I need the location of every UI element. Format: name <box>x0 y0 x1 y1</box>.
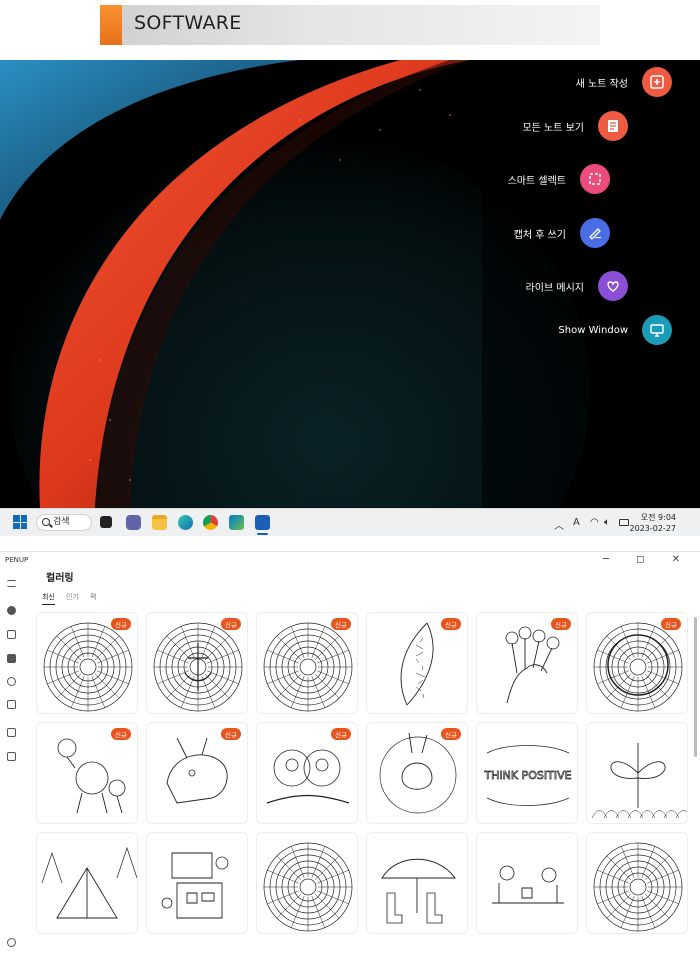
teams-chat-icon[interactable] <box>126 515 141 530</box>
new-badge: 신규 <box>441 618 461 630</box>
scrollbar[interactable] <box>694 617 697 757</box>
coloring-artwork <box>381 858 456 924</box>
coloring-card-tent-forest[interactable] <box>36 832 138 934</box>
coloring-card-rabbit-wreath[interactable]: 신규 <box>366 722 468 824</box>
coloring-artwork: THINK POSITIVE <box>483 745 572 806</box>
live-drawing-icon[interactable] <box>7 677 16 686</box>
new-badge: 신규 <box>221 618 241 630</box>
smart-select-label: 스마트 셀렉트 <box>507 175 566 187</box>
my-page-icon[interactable] <box>7 728 16 737</box>
coloring-card-butterfly-pattern[interactable] <box>586 722 688 824</box>
coloring-card-triceratops[interactable]: 신규 <box>146 722 248 824</box>
window-controls[interactable]: ─ ◻ ✕ <box>603 554 692 565</box>
show-window-icon <box>642 315 672 345</box>
chrome-browser-icon[interactable] <box>203 515 218 530</box>
coloring-card-letters-mandala[interactable]: 신규 <box>36 612 138 714</box>
coloring-card-feather-leaf[interactable]: 신규 <box>366 612 468 714</box>
coloring-card-ring-frame[interactable]: 신규 <box>586 612 688 714</box>
profile-icon[interactable] <box>7 606 16 615</box>
coloring-artwork <box>41 846 137 919</box>
windows-start-icon[interactable] <box>13 515 27 529</box>
penup-window: PENUP ─ ◻ ✕ 컬러링 최신 인기 팩 신규 신규 신규 신규 신규 신규 신규 신규… <box>0 551 700 959</box>
new-badge: 신규 <box>661 618 681 630</box>
air-command-screen-write[interactable]: 캡처 후 쓰기 <box>514 218 610 248</box>
new-badge: 신규 <box>221 728 241 740</box>
desktop-wallpaper: 새 노트 작성 모든 노트 보기 스마트 셀렉트 캡처 후 쓰기 라이브 메시지 <box>0 60 700 508</box>
smart-select-icon <box>580 164 610 194</box>
taskbar-search[interactable]: 검색 <box>36 514 92 531</box>
new-badge: 신규 <box>551 618 571 630</box>
menu-hamburger-icon[interactable] <box>7 580 16 587</box>
new-badge: 신규 <box>441 728 461 740</box>
air-command-new-note[interactable]: 새 노트 작성 <box>576 67 672 97</box>
show-window-label: Show Window <box>558 324 628 336</box>
coloring-artwork <box>263 842 353 932</box>
coloring-artwork <box>593 842 683 932</box>
search-icon <box>42 518 50 526</box>
microsoft-store-icon[interactable] <box>229 515 244 530</box>
coloring-icon[interactable] <box>7 654 16 663</box>
ime-indicator[interactable]: A <box>573 517 580 528</box>
view-all-notes-label: 모든 노트 보기 <box>522 122 584 134</box>
notes-list-icon <box>598 111 628 141</box>
taskbar-clock[interactable]: 오전 9:04 2023-02-27 <box>630 512 677 534</box>
coloring-card-flower-mandala[interactable]: 신규 <box>256 612 358 714</box>
coloring-card-hedgehog[interactable] <box>256 832 358 934</box>
new-note-label: 새 노트 작성 <box>575 78 628 90</box>
wifi-icon[interactable]: ◠ <box>590 517 599 528</box>
battery-icon[interactable] <box>619 519 629 526</box>
page-title: 컬러링 <box>46 573 74 584</box>
file-explorer-icon[interactable] <box>152 515 167 530</box>
search-label: 검색 <box>53 517 70 527</box>
volume-icon[interactable]: 🔈︎ <box>604 517 610 528</box>
heart-icon <box>598 271 628 301</box>
coloring-artwork <box>591 743 687 819</box>
coloring-artwork <box>492 865 564 904</box>
screenshot-root: SOFTWARE 새 노트 작성 모든 노트 보기 스마트 셀렉트 캡처 후 쓰… <box>0 0 700 959</box>
live-message-label: 라이브 메시지 <box>525 282 584 294</box>
coloring-card-fingers-balloons[interactable]: 신규 <box>476 612 578 714</box>
taskbar: 검색 ︿ A ◠ 🔈︎ 오전 9:04 2023-02-27 <box>0 508 700 536</box>
coloring-card-owls[interactable]: 신규 <box>256 722 358 824</box>
active-app-indicator <box>257 533 268 535</box>
screen-write-icon <box>580 218 610 248</box>
air-command-smart-select[interactable]: 스마트 셀렉트 <box>508 164 610 194</box>
new-badge: 신규 <box>111 618 131 630</box>
app-title: PENUP <box>5 556 29 564</box>
coloring-artwork <box>161 852 229 919</box>
coloring-card-people-cafe[interactable] <box>476 832 578 934</box>
new-badge: 신규 <box>331 728 351 740</box>
new-badge: 신규 <box>111 728 131 740</box>
coloring-card-umbrella-boots[interactable] <box>366 832 468 934</box>
clock-date: 2023-02-27 <box>629 524 677 533</box>
coloring-card-beetle-mandala[interactable]: 신규 <box>146 612 248 714</box>
air-command-view-all-notes[interactable]: 모든 노트 보기 <box>522 111 628 141</box>
task-view-icon[interactable] <box>100 516 112 528</box>
header-accent-bar <box>100 5 122 45</box>
coloring-card-poodle[interactable]: 신규 <box>36 722 138 824</box>
home-icon[interactable] <box>7 630 16 639</box>
coloring-card-swirl-pattern[interactable] <box>586 832 688 934</box>
clock-time: 오전 9:04 <box>640 513 676 522</box>
penup-sidebar <box>0 570 24 959</box>
gallery-icon[interactable] <box>7 752 16 761</box>
think-positive-text: THINK POSITIVE <box>483 769 571 782</box>
plus-note-icon <box>642 67 672 97</box>
new-badge: 신규 <box>331 618 351 630</box>
tab-popular[interactable]: 인기 <box>66 592 79 602</box>
coloring-card-robot-machine[interactable] <box>146 832 248 934</box>
edge-browser-icon[interactable] <box>178 515 193 530</box>
section-title: SOFTWARE <box>134 12 242 34</box>
settings-gear-icon[interactable] <box>7 938 16 947</box>
tab-packs[interactable]: 팩 <box>90 592 96 602</box>
air-command-live-message[interactable]: 라이브 메시지 <box>526 271 628 301</box>
challenge-icon[interactable] <box>7 700 16 709</box>
screen-write-label: 캡처 후 쓰기 <box>513 229 566 241</box>
tab-latest[interactable]: 최신 <box>42 592 55 605</box>
air-command-show-window[interactable]: Show Window <box>558 315 672 345</box>
tray-chevron-up-icon[interactable]: ︿ <box>554 517 564 532</box>
pen-app-icon[interactable] <box>255 515 270 530</box>
section-header: SOFTWARE <box>100 5 600 45</box>
coloring-card-think-positive[interactable]: THINK POSITIVE <box>476 722 578 824</box>
